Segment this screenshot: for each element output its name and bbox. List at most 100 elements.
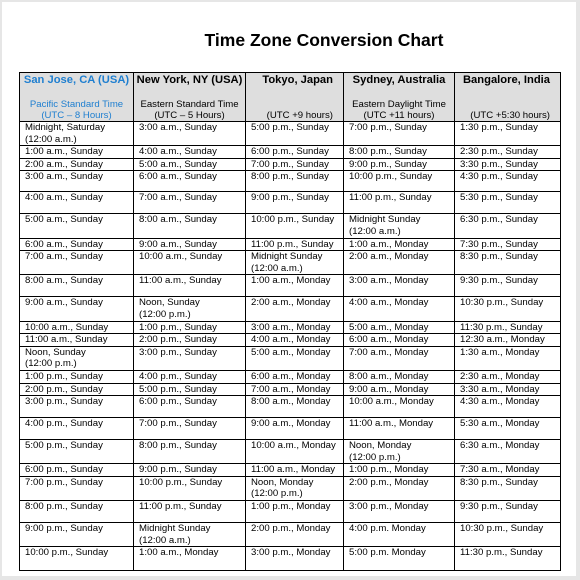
- table-cell: 5:00 a.m., Sunday: [133, 157, 246, 172]
- table-cell: 9:00 p.m., Sunday: [19, 522, 134, 548]
- table-cell: 11:30 p.m., Sunday: [454, 320, 561, 335]
- cell-time: 1:00 a.m., Sunday: [25, 146, 103, 158]
- table-cell: 6:00 p.m., Sunday: [133, 395, 246, 419]
- table-cell: Noon, Sunday (12:00 p.m.): [133, 296, 246, 322]
- table-cell: 9:00 p.m., Sunday: [133, 463, 246, 477]
- table-cell: 9:00 p.m., Sunday: [245, 191, 344, 215]
- table-cell: 3:00 p.m., Monday: [343, 500, 455, 524]
- cell-time: 9:00 a.m., Sunday: [25, 297, 103, 309]
- table-cell: Noon, Monday (12:00 p.m.): [245, 475, 344, 502]
- table-cell: 3:00 p.m., Sunday: [133, 345, 246, 371]
- table-cell: 10:00 a.m., Monday: [245, 439, 344, 465]
- table-cell: 5:00 p.m., Sunday: [19, 439, 134, 465]
- cell-time: 7:00 a.m., Sunday: [139, 192, 217, 204]
- cell-time: 7:00 p.m., Sunday: [251, 158, 329, 170]
- cell-time-note: (12:00 a.m.): [139, 534, 191, 546]
- table-cell: 10:00 a.m., Sunday: [133, 250, 246, 276]
- table-cell: 4:00 p.m., Sunday: [19, 417, 134, 441]
- cell-time: 4:00 p.m., Sunday: [25, 418, 103, 430]
- table-cell: 7:30 p.m., Sunday: [454, 237, 561, 252]
- table-cell: 7:00 a.m., Sunday: [133, 191, 246, 215]
- cell-time: 11:00 p.m., Sunday: [139, 501, 222, 513]
- table-cell: 9:30 p.m., Sunday: [454, 274, 561, 298]
- table-cell: 11:00 a.m., Sunday: [19, 333, 134, 347]
- document-page: Time Zone Conversion Chart San Jose, CA …: [2, 2, 576, 576]
- table-cell: 11:00 p.m., Sunday: [245, 237, 344, 252]
- cell-time: 11:30 p.m., Sunday: [460, 321, 543, 333]
- table-cell: 2:00 p.m., Sunday: [133, 333, 246, 347]
- table-cell: 8:00 p.m., Sunday: [133, 439, 246, 465]
- table-row: 9:00 a.m., Sunday Noon, Sunday (12:00 p.m.…: [19, 296, 561, 322]
- table-row: 5:00 p.m., Sunday 8:00 p.m., Sunday 10:00 …: [19, 439, 561, 465]
- cell-time: 7:00 p.m., Sunday: [349, 122, 427, 133]
- cell-time: 1:00 p.m., Monday: [251, 501, 331, 513]
- table-row: 7:00 a.m., Sunday 10:00 a.m., Sunday Midni…: [19, 250, 561, 276]
- table-cell: 2:30 a.m., Monday: [454, 369, 561, 384]
- table-cell: 8:00 a.m., Sunday: [19, 274, 134, 298]
- cell-time-note: (12:00 p.m.): [25, 358, 77, 370]
- table-cell: 5:00 p.m. Monday: [343, 546, 455, 572]
- cell-time: 6:00 a.m., Sunday: [139, 171, 217, 183]
- cell-time: 8:00 a.m., Sunday: [139, 214, 217, 226]
- table-cell: 5:00 a.m., Monday: [343, 320, 455, 335]
- table-cell: 1:00 p.m., Sunday: [19, 369, 134, 384]
- cell-time: 7:00 p.m., Sunday: [139, 418, 217, 430]
- table-cell: 6:00 a.m., Monday: [245, 369, 344, 384]
- column-header-tokyo: Tokyo, Japan (UTC +9 hours): [245, 72, 344, 122]
- cell-time: 1:00 a.m., Monday: [349, 238, 429, 250]
- table-cell: 1:30 p.m., Sunday: [454, 120, 561, 147]
- cell-time: 5:00 a.m., Sunday: [25, 214, 103, 226]
- column-utc: (UTC +5:30 hours): [470, 110, 550, 121]
- table-row: 3:00 a.m., Sunday 6:00 a.m., Sunday 8:00 p…: [19, 170, 561, 193]
- cell-time: 4:00 a.m., Monday: [349, 297, 429, 309]
- table-row: 6:00 a.m., Sunday 9:00 a.m., Sunday 11:00 …: [19, 237, 561, 252]
- table-cell: 4:00 a.m., Sunday: [19, 191, 134, 215]
- cell-time: Midnight, Saturday: [25, 122, 105, 133]
- cell-time: Noon, Monday: [251, 476, 314, 488]
- table-cell: 1:00 a.m., Monday: [133, 546, 246, 572]
- table-cell: 9:00 a.m., Sunday: [133, 237, 246, 252]
- time-zone-table: San Jose, CA (USA) Pacific Standard Time…: [19, 72, 561, 572]
- cell-time: 6:30 a.m., Monday: [460, 440, 540, 452]
- table-cell: 6:00 p.m., Sunday: [19, 463, 134, 477]
- cell-time: Midnight Sunday: [349, 214, 421, 226]
- table-cell: Midnight Sunday (12:00 a.m.): [133, 522, 246, 548]
- cell-time: 3:00 p.m., Sunday: [139, 346, 217, 358]
- table-cell: 6:00 p.m., Sunday: [245, 145, 344, 159]
- cell-time: 3:00 a.m., Sunday: [139, 122, 217, 133]
- cell-time: 7:00 a.m., Monday: [251, 383, 331, 395]
- column-utc: (UTC +11 hours): [363, 110, 435, 121]
- cell-time: 1:00 a.m., Monday: [251, 275, 331, 287]
- table-row: 10:00 p.m., Sunday 1:00 a.m., Monday 3:00 …: [19, 546, 561, 572]
- cell-time: 11:00 p.m., Sunday: [349, 192, 432, 204]
- cell-time: 2:30 p.m., Sunday: [460, 146, 538, 158]
- column-utc: (UTC +9 hours): [266, 110, 333, 121]
- table-cell: 3:30 a.m., Monday: [454, 382, 561, 397]
- table-cell: 10:00 a.m., Sunday: [19, 320, 134, 335]
- table-row: 1:00 p.m., Sunday 4:00 p.m., Sunday 6:00 a…: [19, 369, 561, 384]
- table-cell: 4:00 a.m., Sunday: [133, 145, 246, 159]
- cell-time: 3:30 p.m., Sunday: [460, 158, 538, 170]
- table-cell: 3:00 a.m., Monday: [245, 320, 344, 335]
- table-cell: 3:00 p.m., Monday: [245, 546, 344, 572]
- cell-time: 1:00 p.m., Sunday: [139, 321, 217, 333]
- column-city: San Jose, CA (USA): [23, 74, 130, 86]
- table-cell: 5:30 a.m., Monday: [454, 417, 561, 441]
- table-cell: 4:00 p.m., Sunday: [133, 369, 246, 384]
- column-city: New York, NY (USA): [136, 74, 243, 86]
- table-cell: 4:30 p.m., Sunday: [454, 170, 561, 193]
- cell-time: 5:30 a.m., Monday: [460, 418, 540, 430]
- cell-time: 6:00 a.m., Monday: [251, 370, 331, 382]
- column-header-bangalore: Bangalore, India (UTC +5:30 hours): [454, 72, 561, 122]
- cell-time: 6:00 p.m., Sunday: [25, 464, 103, 476]
- cell-time: 10:00 a.m., Sunday: [25, 321, 109, 333]
- cell-time: 5:00 p.m., Sunday: [25, 440, 103, 452]
- table-cell: 4:00 a.m., Monday: [245, 333, 344, 347]
- table-cell: 9:00 p.m., Sunday: [343, 157, 455, 172]
- table-cell: 6:00 a.m., Sunday: [19, 237, 134, 252]
- table-row: 2:00 a.m., Sunday 5:00 a.m., Sunday 7:00 p…: [19, 157, 561, 172]
- cell-time: 9:00 a.m., Sunday: [139, 238, 217, 250]
- cell-time: 1:00 p.m., Monday: [349, 464, 429, 476]
- column-zone: Pacific Standard Time: [29, 99, 124, 110]
- table-row: 1:00 a.m., Sunday 4:00 a.m., Sunday 6:00 p…: [19, 145, 561, 159]
